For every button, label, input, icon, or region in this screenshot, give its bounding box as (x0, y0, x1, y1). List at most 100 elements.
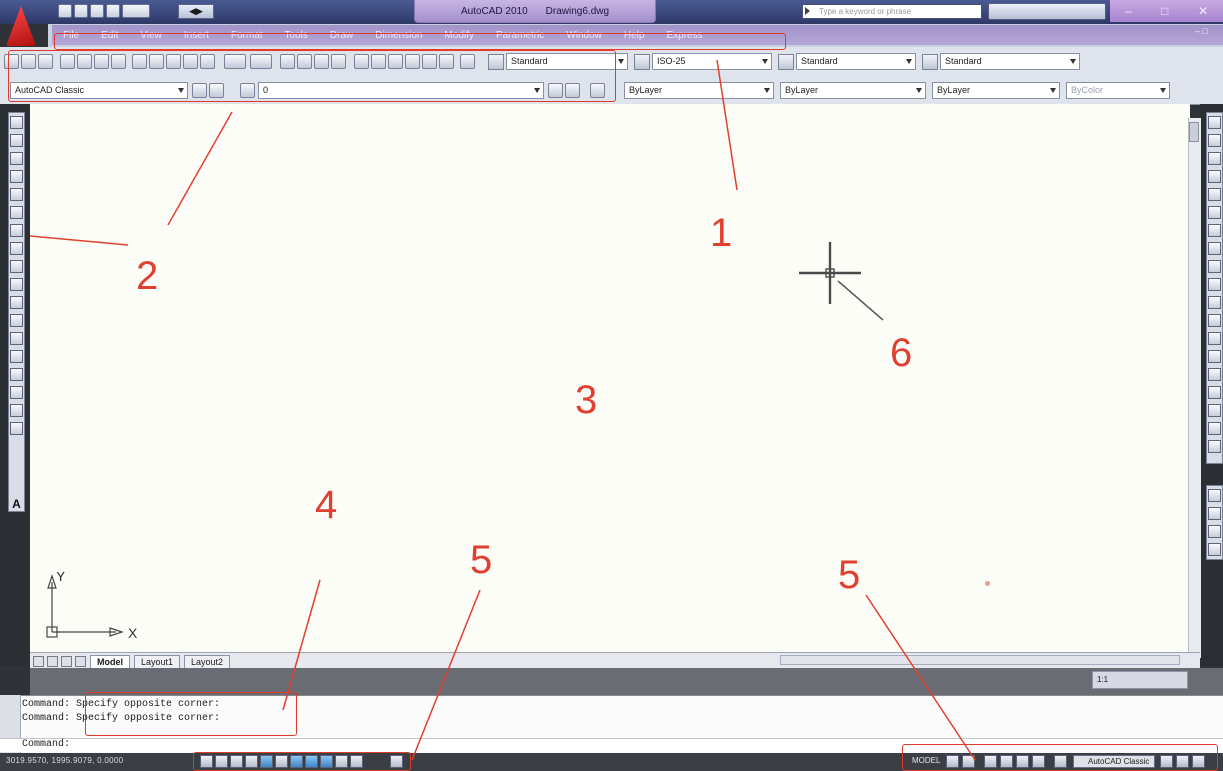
document-controls[interactable]: – □ (1195, 26, 1221, 42)
array-icon[interactable] (1208, 188, 1221, 201)
multiline-text-icon[interactable]: A (10, 497, 23, 511)
table-style-value: Standard (801, 56, 838, 66)
table-style-icon[interactable] (778, 54, 794, 70)
open-icon[interactable] (74, 4, 88, 18)
tab-model[interactable]: Model (90, 654, 130, 668)
close-icon[interactable]: ✕ (1198, 4, 1208, 18)
spline-icon[interactable] (10, 260, 23, 273)
viewport-strip (30, 668, 1223, 695)
ucs-y-label: Y (56, 572, 66, 584)
color-value: ByLayer (629, 85, 663, 95)
copy-object-icon[interactable] (1208, 134, 1221, 147)
drawing-area[interactable] (30, 104, 1190, 652)
bring-above-icon[interactable] (1208, 525, 1221, 538)
ucs-x-label: X (128, 625, 138, 641)
crosshair-cursor (799, 242, 861, 304)
rotate-icon[interactable] (1208, 224, 1221, 237)
ucs-icon: Y X (46, 572, 138, 641)
stretch-icon[interactable] (1208, 260, 1221, 273)
trim-icon[interactable] (1208, 278, 1221, 291)
annotation-number-5b: 5 (838, 553, 861, 597)
arc-icon[interactable] (10, 206, 23, 219)
polygon-icon[interactable] (10, 170, 23, 183)
annotation-number-1: 1 (710, 211, 733, 255)
construction-line-icon[interactable] (10, 134, 23, 147)
viewport-scale-tools[interactable]: 1:1 (1092, 671, 1188, 689)
revision-cloud-icon[interactable] (10, 242, 23, 255)
lineweight-value: ByLayer (937, 85, 971, 95)
vertical-scrollbar[interactable] (1188, 118, 1201, 658)
viewport-scale-value: 1:1 (1097, 675, 1109, 684)
plotstyle-dropdown[interactable]: ByColor (1066, 82, 1170, 99)
send-under-icon[interactable] (1208, 543, 1221, 556)
chamfer-icon[interactable] (1208, 368, 1221, 381)
save-icon[interactable] (90, 4, 104, 18)
ellipse-arc-icon[interactable] (10, 296, 23, 309)
next-tab-arrow-icon[interactable] (61, 655, 72, 667)
explode-icon[interactable] (1208, 422, 1221, 435)
multileader-style-value: Standard (945, 56, 982, 66)
lineweight-dropdown[interactable]: ByLayer (932, 82, 1060, 99)
fillet-icon[interactable] (1208, 386, 1221, 399)
workspace-switch-button[interactable]: ◀▶ (178, 4, 214, 19)
offset-icon[interactable] (1208, 170, 1221, 183)
bring-to-front-icon[interactable] (1208, 489, 1221, 502)
line-icon[interactable] (10, 116, 23, 129)
modify-extra-icon[interactable] (1208, 440, 1221, 453)
app-name: AutoCAD 2010 (460, 5, 528, 17)
rectangle-icon[interactable] (10, 188, 23, 201)
table-icon[interactable] (10, 422, 23, 435)
first-tab-arrow-icon[interactable] (33, 655, 44, 667)
table-style-dropdown[interactable]: Standard (796, 53, 916, 70)
extend-icon[interactable] (1208, 296, 1221, 309)
tab-layout2[interactable]: Layout2 (184, 654, 231, 668)
dim-style-dropdown[interactable]: ISO-25 (652, 53, 772, 70)
dim-style-value: ISO-25 (657, 56, 686, 66)
circle-icon[interactable] (10, 224, 23, 237)
region-icon[interactable] (10, 404, 23, 417)
multileader-style-icon[interactable] (922, 54, 938, 70)
search-arrow-icon (805, 7, 810, 15)
annotation-box-command-line (85, 692, 297, 736)
last-tab-arrow-icon[interactable] (75, 655, 86, 667)
undo-icon[interactable] (122, 4, 150, 18)
stray-point-marker (985, 581, 990, 586)
ellipse-icon[interactable] (10, 278, 23, 291)
new-icon[interactable] (58, 4, 72, 18)
annotation-box-status-tray (902, 744, 1218, 771)
make-block-icon[interactable] (10, 332, 23, 345)
annotation-number-4: 4 (315, 483, 338, 527)
vertical-scrollbar-thumb[interactable] (1189, 122, 1199, 142)
multileader-style-dropdown[interactable]: Standard (940, 53, 1080, 70)
draw-toolbar: A (8, 112, 25, 512)
polyline-icon[interactable] (10, 152, 23, 165)
join-icon[interactable] (1208, 350, 1221, 363)
color-dropdown[interactable]: ByLayer (624, 82, 774, 99)
move-icon[interactable] (1208, 206, 1221, 219)
plot-icon[interactable] (106, 4, 120, 18)
minimize-icon[interactable]: – (1125, 4, 1132, 18)
maximize-icon[interactable]: □ (1161, 4, 1168, 18)
search-input[interactable]: Type a keyword or phrase (802, 4, 982, 19)
gradient-icon[interactable] (10, 386, 23, 399)
break-at-point-icon[interactable] (1208, 314, 1221, 327)
infocenter-toolbar[interactable] (988, 3, 1106, 20)
blend-curves-icon[interactable] (1208, 404, 1221, 417)
insert-block-icon[interactable] (10, 314, 23, 327)
send-to-back-icon[interactable] (1208, 507, 1221, 520)
plotstyle-value: ByColor (1071, 85, 1104, 95)
tab-layout1[interactable]: Layout1 (134, 654, 181, 668)
mirror-icon[interactable] (1208, 152, 1221, 165)
erase-icon[interactable] (1208, 116, 1221, 129)
break-icon[interactable] (1208, 332, 1221, 345)
hatch-icon[interactable] (10, 368, 23, 381)
prev-tab-arrow-icon[interactable] (47, 655, 58, 667)
horizontal-scrollbar[interactable] (780, 655, 1180, 665)
scale-icon[interactable] (1208, 242, 1221, 255)
window-title: AutoCAD 2010 Drawing6.dwg (414, 0, 656, 23)
point-icon[interactable] (10, 350, 23, 363)
command-prompt: Command: (22, 739, 71, 750)
coordinates-display[interactable]: 3019.9570, 1995.9079, 0.0000 (6, 756, 123, 765)
dim-style-icon[interactable] (634, 54, 650, 70)
linetype-dropdown[interactable]: ByLayer (780, 82, 926, 99)
